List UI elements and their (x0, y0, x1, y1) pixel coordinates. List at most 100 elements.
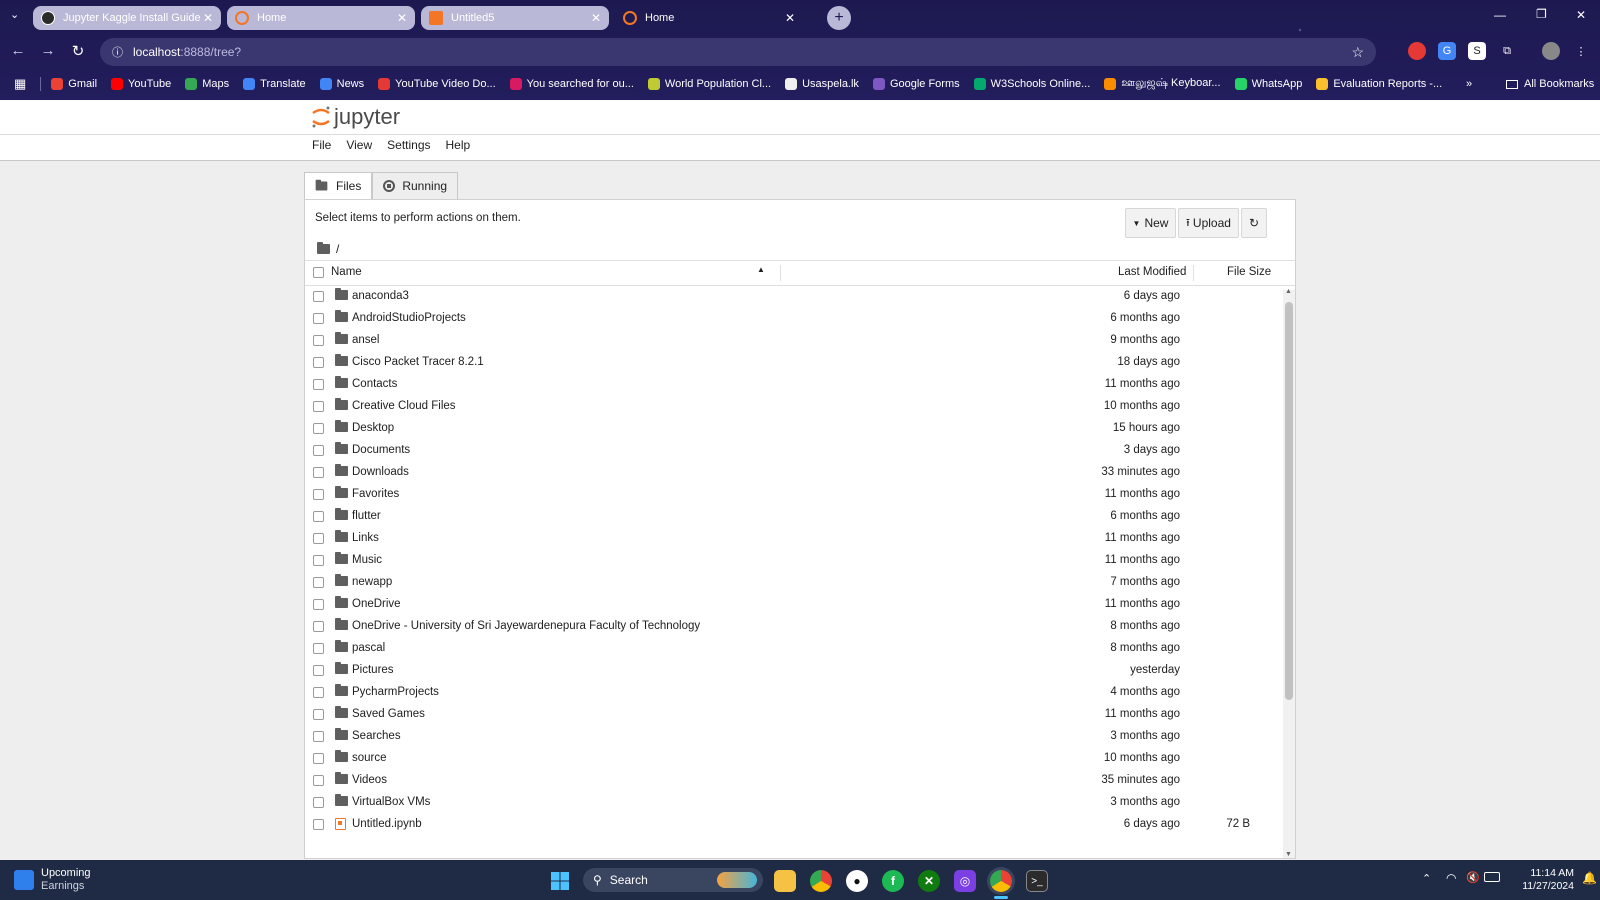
row-checkbox[interactable] (313, 510, 324, 522)
bookmark-item[interactable]: News (319, 77, 364, 91)
row-checkbox[interactable] (313, 796, 324, 808)
home-folder-icon[interactable] (317, 242, 330, 254)
menu-settings[interactable]: Settings (387, 138, 430, 152)
site-info-icon[interactable]: ⓘ (112, 44, 123, 60)
bookmark-item[interactable]: Usaspela.lk (785, 77, 859, 91)
file-row[interactable]: Favorites 11 months ago (305, 483, 1280, 505)
close-tab-icon[interactable]: ✕ (397, 11, 407, 25)
tray-chevron-icon[interactable]: ⌃ (1422, 872, 1431, 885)
file-name[interactable]: Downloads (352, 466, 409, 478)
row-checkbox[interactable] (313, 466, 324, 478)
wifi-icon[interactable]: ◠ (1446, 871, 1456, 885)
more-bookmarks-chevron-icon[interactable]: » (1466, 78, 1472, 90)
file-row[interactable]: OneDrive - University of Sri Jayewardene… (305, 615, 1280, 637)
bookmark-item[interactable]: YouTube (111, 77, 171, 91)
file-name[interactable]: OneDrive (352, 598, 401, 610)
row-checkbox[interactable] (313, 378, 324, 390)
file-row[interactable]: Pictures yesterday (305, 659, 1280, 681)
row-checkbox[interactable] (313, 752, 324, 764)
row-checkbox[interactable] (313, 532, 324, 544)
row-checkbox[interactable] (313, 642, 324, 654)
file-name[interactable]: Links (352, 532, 379, 544)
file-row[interactable]: Untitled.ipynb 6 days ago 72 B (305, 813, 1280, 835)
chrome-active-icon[interactable] (990, 870, 1012, 892)
tab-running[interactable]: Running (372, 172, 459, 199)
file-row[interactable]: Videos 35 minutes ago (305, 769, 1280, 791)
speaker-muted-icon[interactable]: 🔇 (1466, 871, 1480, 884)
all-bookmarks-button[interactable]: All Bookmarks (1506, 78, 1594, 90)
scrollbar-thumb[interactable] (1285, 302, 1293, 700)
menu-file[interactable]: File (312, 138, 331, 152)
file-row[interactable]: Cisco Packet Tracer 8.2.1 18 days ago (305, 351, 1280, 373)
file-name[interactable]: newapp (352, 576, 392, 588)
menu-help[interactable]: Help (446, 138, 471, 152)
row-checkbox[interactable] (313, 488, 324, 500)
browser-menu-icon[interactable]: ⋮ (1572, 42, 1590, 60)
browser-tab-2[interactable]: Home ✕ (227, 6, 415, 30)
file-row[interactable]: Creative Cloud Files 10 months ago (305, 395, 1280, 417)
translate-extension-icon[interactable]: G (1438, 42, 1456, 60)
file-name[interactable]: Saved Games (352, 708, 425, 720)
row-checkbox[interactable] (313, 422, 324, 434)
scroll-up-icon[interactable]: ▲ (1285, 288, 1292, 295)
bookmark-item[interactable]: Gmail (51, 77, 97, 91)
browser-tab-1[interactable]: Jupyter Kaggle Install Guide ✕ (33, 6, 221, 30)
jupyter-logo[interactable]: jupyter (310, 104, 400, 130)
row-checkbox[interactable] (313, 774, 324, 786)
file-name[interactable]: Favorites (352, 488, 399, 500)
s-extension-icon[interactable]: S (1468, 42, 1486, 60)
browser-tab-4-active[interactable]: Home ✕ (615, 6, 803, 30)
bookmark-item[interactable]: Translate (243, 77, 306, 91)
column-last-modified[interactable]: Last Modified (1118, 266, 1186, 278)
file-row[interactable]: source 10 months ago (305, 747, 1280, 769)
row-checkbox[interactable] (313, 708, 324, 720)
bookmark-item[interactable]: Maps (185, 77, 229, 91)
row-checkbox[interactable] (313, 598, 324, 610)
file-list-scrollbar[interactable]: ▲ ▼ (1283, 288, 1295, 858)
close-window-button[interactable]: ✕ (1576, 8, 1586, 22)
file-name[interactable]: PycharmProjects (352, 686, 439, 698)
close-tab-icon[interactable]: ✕ (785, 11, 795, 25)
apps-grid-icon[interactable]: ▦ (14, 76, 26, 92)
row-checkbox[interactable] (313, 444, 324, 456)
file-name[interactable]: flutter (352, 510, 381, 522)
file-row[interactable]: AndroidStudioProjects 6 months ago (305, 307, 1280, 329)
file-name[interactable]: Untitled.ipynb (352, 818, 422, 830)
column-name[interactable]: Name (331, 266, 362, 278)
row-checkbox[interactable] (313, 730, 324, 742)
row-checkbox[interactable] (313, 554, 324, 566)
select-all-checkbox[interactable] (313, 267, 324, 278)
row-checkbox[interactable] (313, 664, 324, 676)
breadcrumb-root[interactable]: / (336, 242, 339, 256)
tab-search-chevron-icon[interactable]: ⌄ (10, 8, 19, 21)
file-row[interactable]: pascal 8 months ago (305, 637, 1280, 659)
back-arrow-icon[interactable]: ← (8, 42, 28, 59)
file-name[interactable]: AndroidStudioProjects (352, 312, 466, 324)
file-name[interactable]: pascal (352, 642, 385, 654)
refresh-button[interactable]: ↻ (1241, 208, 1267, 238)
row-checkbox[interactable] (313, 312, 324, 324)
file-row[interactable]: Contacts 11 months ago (305, 373, 1280, 395)
minimize-button[interactable]: — (1494, 8, 1506, 22)
row-checkbox[interactable] (313, 334, 324, 346)
app-purple-icon[interactable]: ◎ (954, 870, 976, 892)
row-checkbox[interactable] (313, 290, 324, 302)
file-row[interactable]: Downloads 33 minutes ago (305, 461, 1280, 483)
bookmark-item[interactable]: Evaluation Reports -... (1316, 77, 1442, 91)
row-checkbox[interactable] (313, 576, 324, 588)
bookmark-item[interactable]: W3Schools Online... (973, 77, 1090, 91)
row-checkbox[interactable] (313, 686, 324, 698)
bookmark-star-icon[interactable]: ☆ (1351, 44, 1364, 61)
browser-tab-3[interactable]: Untitled5 ✕ (421, 6, 609, 30)
file-name[interactable]: Videos (352, 774, 387, 786)
terminal-icon[interactable]: >_ (1026, 870, 1048, 892)
app-green-icon[interactable]: f (882, 870, 904, 892)
file-name[interactable]: ansel (352, 334, 380, 346)
file-name[interactable]: Searches (352, 730, 401, 742)
file-name[interactable]: Cisco Packet Tracer 8.2.1 (352, 356, 484, 368)
new-button[interactable]: ▼ New (1125, 208, 1176, 238)
file-name[interactable]: anaconda3 (352, 290, 409, 302)
address-bar[interactable]: ⓘ localhost:8888/tree? ☆ (100, 38, 1376, 66)
file-row[interactable]: Desktop 15 hours ago (305, 417, 1280, 439)
file-name[interactable]: Pictures (352, 664, 394, 676)
